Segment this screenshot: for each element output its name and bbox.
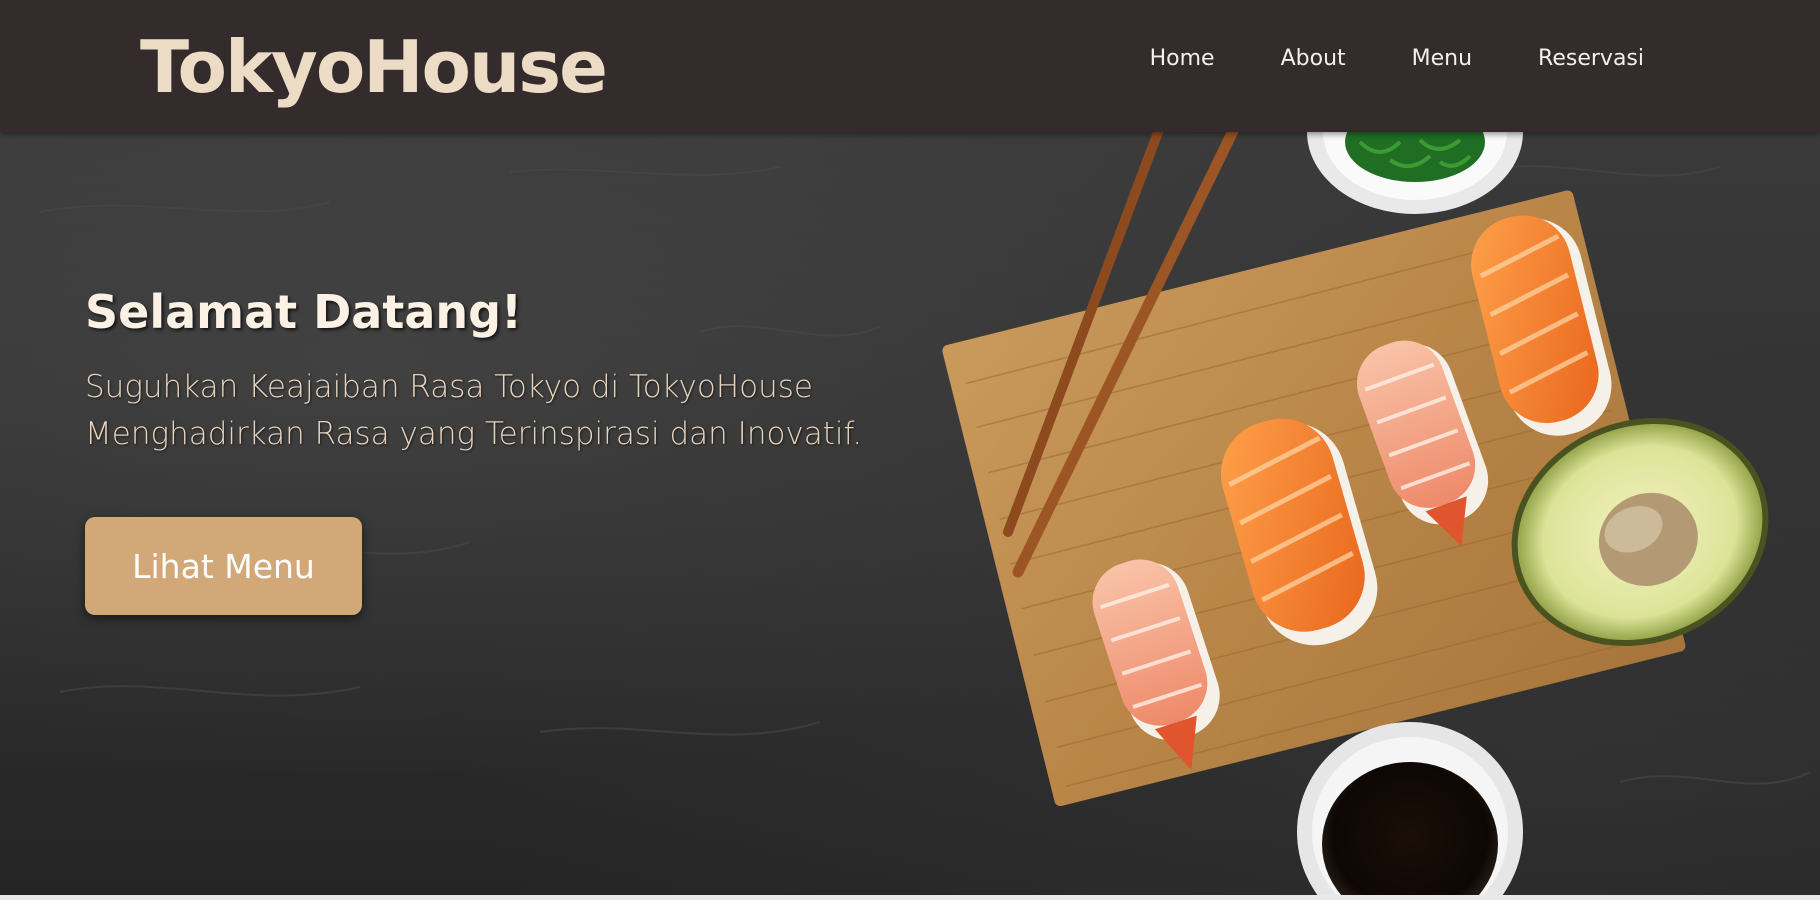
hero-section: Selamat Datang! Suguhkan Keajaiban Rasa … bbox=[0, 132, 1820, 895]
hero-subtitle-line-1: Suguhkan Keajaiban Rasa Tokyo di TokyoHo… bbox=[85, 369, 813, 405]
nav-link-home[interactable]: Home bbox=[1150, 44, 1215, 74]
nav-link-menu[interactable]: Menu bbox=[1412, 44, 1472, 74]
hero-sushi-image bbox=[39, 132, 1811, 895]
nav-links: Home About Menu Reservasi bbox=[1084, 44, 1644, 74]
nav-link-about[interactable]: About bbox=[1281, 44, 1346, 74]
view-menu-button[interactable]: Lihat Menu bbox=[85, 517, 362, 615]
hero-subtitle-line-2: Menghadirkan Rasa yang Terinspirasi dan … bbox=[85, 416, 863, 452]
brand-logo[interactable]: TokyoHouse bbox=[140, 22, 608, 112]
navbar: TokyoHouse Home About Menu Reservasi bbox=[0, 0, 1820, 132]
page-bottom-divider bbox=[0, 895, 1820, 900]
hero-subtitle: Suguhkan Keajaiban Rasa Tokyo di TokyoHo… bbox=[85, 364, 862, 458]
hero-title: Selamat Datang! bbox=[85, 285, 523, 339]
nav-link-reservasi[interactable]: Reservasi bbox=[1538, 44, 1644, 74]
